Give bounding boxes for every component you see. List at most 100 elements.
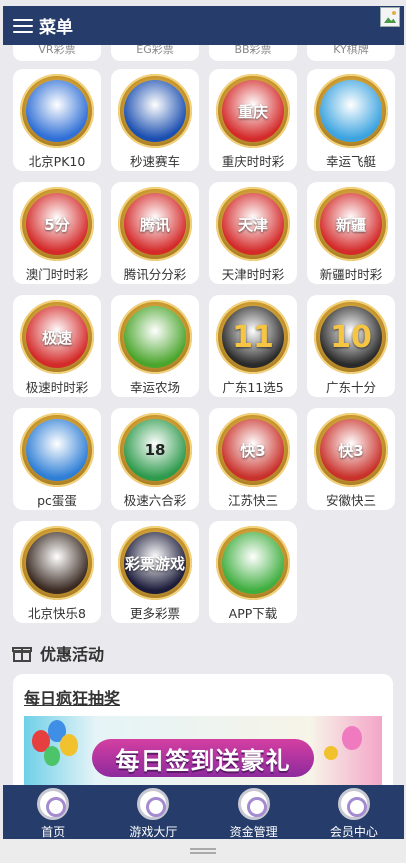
game-label: KY棋牌: [333, 45, 369, 56]
game-icon-text: 天津: [237, 215, 268, 234]
game-tile[interactable]: 新疆 新疆时时彩: [307, 182, 395, 284]
game-label: 澳门时时彩: [25, 267, 89, 282]
lottery-badge-icon: 新疆: [314, 187, 388, 261]
game-tile[interactable]: EG彩票: [111, 45, 199, 61]
game-icon-text: 彩票游戏: [124, 554, 185, 573]
dice-icon: 快3: [314, 413, 388, 487]
balloon-icon: [60, 734, 78, 756]
game-tile[interactable]: 快3 安徽快三: [307, 408, 395, 510]
tab-game-hall[interactable]: 游戏大厅: [103, 785, 203, 839]
game-label: APP下载: [228, 606, 278, 621]
game-icon-text: 快3: [240, 441, 266, 460]
browser-bottom-strip: [0, 839, 406, 863]
home-chip-icon: [37, 788, 70, 820]
game-label: 更多彩票: [129, 606, 180, 621]
game-icon-text: 新疆: [335, 215, 366, 234]
game-tile[interactable]: VR彩票: [13, 45, 101, 61]
tab-label: 会员中心: [329, 825, 378, 839]
game-tile[interactable]: 5分澳门时时彩: [13, 182, 101, 284]
promo-title-link[interactable]: 每日疯狂抽奖: [24, 685, 120, 709]
game-tile[interactable]: 10 广东十分: [307, 295, 395, 397]
game-icon-text: 极速: [41, 328, 72, 347]
game-tile[interactable]: 北京快乐8: [13, 521, 101, 623]
drag-handle-icon[interactable]: [190, 848, 216, 854]
game-label: 极速时时彩: [25, 380, 89, 395]
coin-icon: [324, 746, 338, 760]
game-label: 北京PK10: [28, 154, 86, 169]
tab-label: 首页: [41, 825, 66, 839]
game-tile[interactable]: pc蛋蛋: [13, 408, 101, 510]
lottery-tickets-icon: 彩票游戏: [118, 526, 192, 600]
game-icon-text: 5分: [44, 215, 70, 234]
money-chip-icon: [237, 788, 270, 820]
tab-member[interactable]: 会员中心: [304, 785, 404, 839]
hamburger-icon: [13, 18, 33, 33]
game-tile[interactable]: 腾讯 腾讯分分彩: [111, 182, 199, 284]
download-app-icon: [216, 526, 290, 600]
race-car-icon: [118, 74, 192, 148]
game-label: 广东11选5: [222, 380, 284, 395]
balloon-icon: [44, 746, 60, 766]
game-tile[interactable]: 秒速赛车: [111, 69, 199, 171]
game-icon-text: 快3: [338, 441, 364, 460]
page: VR彩票 EG彩票 BB彩票 KY棋牌 菜单 北京PK10 秒速赛车 重庆重庆时时彩…: [0, 0, 406, 863]
game-label: 幸运农场: [129, 380, 180, 395]
member-icon: [337, 788, 370, 820]
game-label: pc蛋蛋: [37, 493, 77, 508]
game-tile[interactable]: 北京PK10: [13, 69, 101, 171]
promo-banner-text: 每日签到送豪礼: [115, 746, 291, 775]
game-label: BB彩票: [234, 45, 272, 56]
game-icon-text: 18: [144, 441, 166, 459]
game-label: 幸运飞艇: [325, 154, 376, 169]
game-label: EG彩票: [136, 45, 174, 56]
game-label: 广东十分: [325, 380, 376, 395]
tab-funds[interactable]: 资金管理: [204, 785, 304, 839]
game-tile[interactable]: 11 广东11选5: [209, 295, 297, 397]
game-icon-text: 10: [330, 319, 372, 355]
game-icon-text: 11: [232, 319, 274, 355]
game-tile[interactable]: 极速 极速时时彩: [13, 295, 101, 397]
lottery-badge-icon: 天津: [216, 187, 290, 261]
menu-button[interactable]: 菜单: [13, 13, 73, 38]
lottery-badge-icon: 腾讯: [118, 187, 192, 261]
game-icon-text: 重庆: [237, 102, 268, 121]
billiard-balls-icon: [20, 526, 94, 600]
game-label: 新疆时时彩: [319, 267, 383, 282]
fruit-icon: [118, 300, 192, 374]
game-tile[interactable]: 快3 江苏快三: [209, 408, 297, 510]
game-label: 安徽快三: [325, 493, 376, 508]
game-label: 重庆时时彩: [221, 154, 285, 169]
game-tile[interactable]: 18 极速六合彩: [111, 408, 199, 510]
game-label: 秒速赛车: [129, 154, 180, 169]
tab-home[interactable]: 首页: [3, 785, 103, 839]
number-11-icon: 11: [216, 300, 290, 374]
game-label: 天津时时彩: [221, 267, 285, 282]
top-bar: 菜单: [3, 6, 404, 45]
promotions-header: 优惠活动: [12, 641, 104, 665]
game-tile[interactable]: 幸运农场: [111, 295, 199, 397]
game-tile[interactable]: 天津 天津时时彩: [209, 182, 297, 284]
game-icon-text: 腾讯: [139, 215, 170, 234]
lottery-ball-icon: 18: [118, 413, 192, 487]
game-tile[interactable]: 幸运飞艇: [307, 69, 395, 171]
promo-banner[interactable]: 每日签到送豪礼: [24, 716, 382, 794]
speedboat-icon: [314, 74, 388, 148]
tab-label: 游戏大厅: [129, 825, 178, 839]
game-tile[interactable]: BB彩票: [209, 45, 297, 61]
game-label: 北京快乐8: [28, 606, 86, 621]
game-tile[interactable]: 彩票游戏 更多彩票: [111, 521, 199, 623]
game-label: 江苏快三: [227, 493, 278, 508]
game-hall-icon: [137, 788, 170, 820]
game-tile[interactable]: KY棋牌: [307, 45, 395, 61]
lottery-badge-icon: 极速: [20, 300, 94, 374]
balloon-icon: [342, 726, 362, 750]
promo-banner-band: 每日签到送豪礼: [92, 739, 314, 777]
game-row-partial: VR彩票 EG彩票 BB彩票 KY棋牌: [10, 45, 396, 63]
game-tile[interactable]: APP下载: [209, 521, 297, 623]
game-label: 腾讯分分彩: [123, 267, 187, 282]
game-label: 极速六合彩: [123, 493, 187, 508]
tab-label: 资金管理: [229, 825, 278, 839]
number-10-icon: 10: [314, 300, 388, 374]
game-tile[interactable]: 重庆 重庆时时彩: [209, 69, 297, 171]
broken-image-icon[interactable]: [380, 7, 400, 27]
